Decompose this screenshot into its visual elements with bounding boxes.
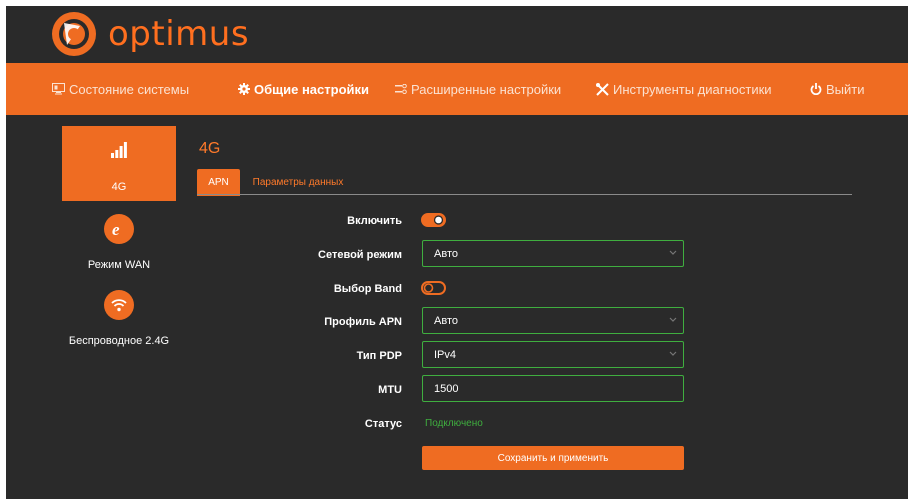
- internet-explorer-icon: e: [104, 214, 134, 244]
- nav-logout[interactable]: Выйти: [810, 63, 865, 115]
- nav-system-status[interactable]: Состояние системы: [52, 63, 189, 115]
- nav-label: Выйти: [826, 81, 865, 97]
- network-mode-value: Авто: [434, 247, 458, 260]
- wifi-icon: [104, 290, 134, 320]
- tab-apn[interactable]: APN: [197, 169, 240, 196]
- network-mode-select[interactable]: Авто: [422, 240, 684, 267]
- status-label: Статус: [364, 418, 402, 430]
- sidebar-item-label: Беспроводное 2.4G: [68, 335, 170, 347]
- nav-advanced-settings[interactable]: Расширенные настройки: [395, 63, 561, 115]
- apn-profile-value: Авто: [434, 314, 458, 327]
- signal-bars-icon: [111, 142, 127, 158]
- nav-label: Состояние системы: [69, 81, 190, 97]
- monitor-icon: [52, 83, 65, 95]
- network-mode-label: Сетевой режим: [318, 249, 402, 261]
- enable-label: Включить: [347, 215, 402, 227]
- chevron-down-icon: [669, 317, 677, 322]
- apn-profile-label: Профиль APN: [324, 316, 402, 328]
- nav-label: Расширенные настройки: [411, 81, 562, 97]
- svg-text:e: e: [112, 220, 120, 238]
- pdp-type-value: IPv4: [434, 348, 457, 361]
- apn-profile-select[interactable]: Авто: [422, 307, 684, 334]
- mtu-label: MTU: [378, 384, 402, 396]
- optimus-logo-icon: [52, 12, 96, 56]
- page-title: 4G: [199, 140, 221, 157]
- top-bar: optimus: [6, 6, 908, 63]
- nav-label: Общие настройки: [254, 81, 369, 97]
- sidebar-item-4g[interactable]: 4G: [62, 126, 176, 201]
- nav-label: Инструменты диагностики: [613, 81, 772, 97]
- sidebar-item-label: Режим WAN: [87, 259, 151, 271]
- nav-diagnostic-tools[interactable]: Инструменты диагностики: [596, 63, 772, 115]
- pdp-type-label: Тип PDP: [356, 350, 402, 362]
- chevron-down-icon: [669, 351, 677, 356]
- enable-toggle[interactable]: [421, 213, 446, 227]
- band-select-toggle[interactable]: [421, 281, 446, 295]
- gear-icon: [238, 83, 250, 95]
- tab-data-parameters[interactable]: Параметры данных: [248, 169, 348, 196]
- sliders-icon: [395, 84, 407, 94]
- sidebar-item-label: 4G: [111, 181, 127, 193]
- tab-divider: [197, 194, 852, 195]
- pdp-type-select[interactable]: IPv4: [422, 341, 684, 368]
- brand-name: optimus: [108, 14, 250, 54]
- mtu-value: 1500: [434, 382, 459, 395]
- nav-general-settings[interactable]: Общие настройки: [238, 63, 369, 115]
- band-select-label: Выбор Band: [333, 283, 402, 295]
- mtu-input[interactable]: 1500: [422, 375, 684, 402]
- brand-logo: optimus: [50, 10, 249, 58]
- main-nav: Состояние системы Общие настройки Расшир…: [6, 63, 908, 115]
- chevron-down-icon: [669, 250, 677, 255]
- save-apply-button[interactable]: Сохранить и применить: [422, 446, 684, 470]
- sidebar-item-wan-mode[interactable]: e Режим WAN: [62, 214, 176, 274]
- connection-status-value: Подключено: [425, 418, 483, 429]
- router-admin-window: optimus Состояние системы Общие настройк…: [6, 6, 908, 499]
- sidebar-item-wireless-2-4g[interactable]: Беспроводное 2.4G: [62, 290, 176, 350]
- tools-icon: [596, 82, 609, 96]
- power-icon: [810, 83, 822, 95]
